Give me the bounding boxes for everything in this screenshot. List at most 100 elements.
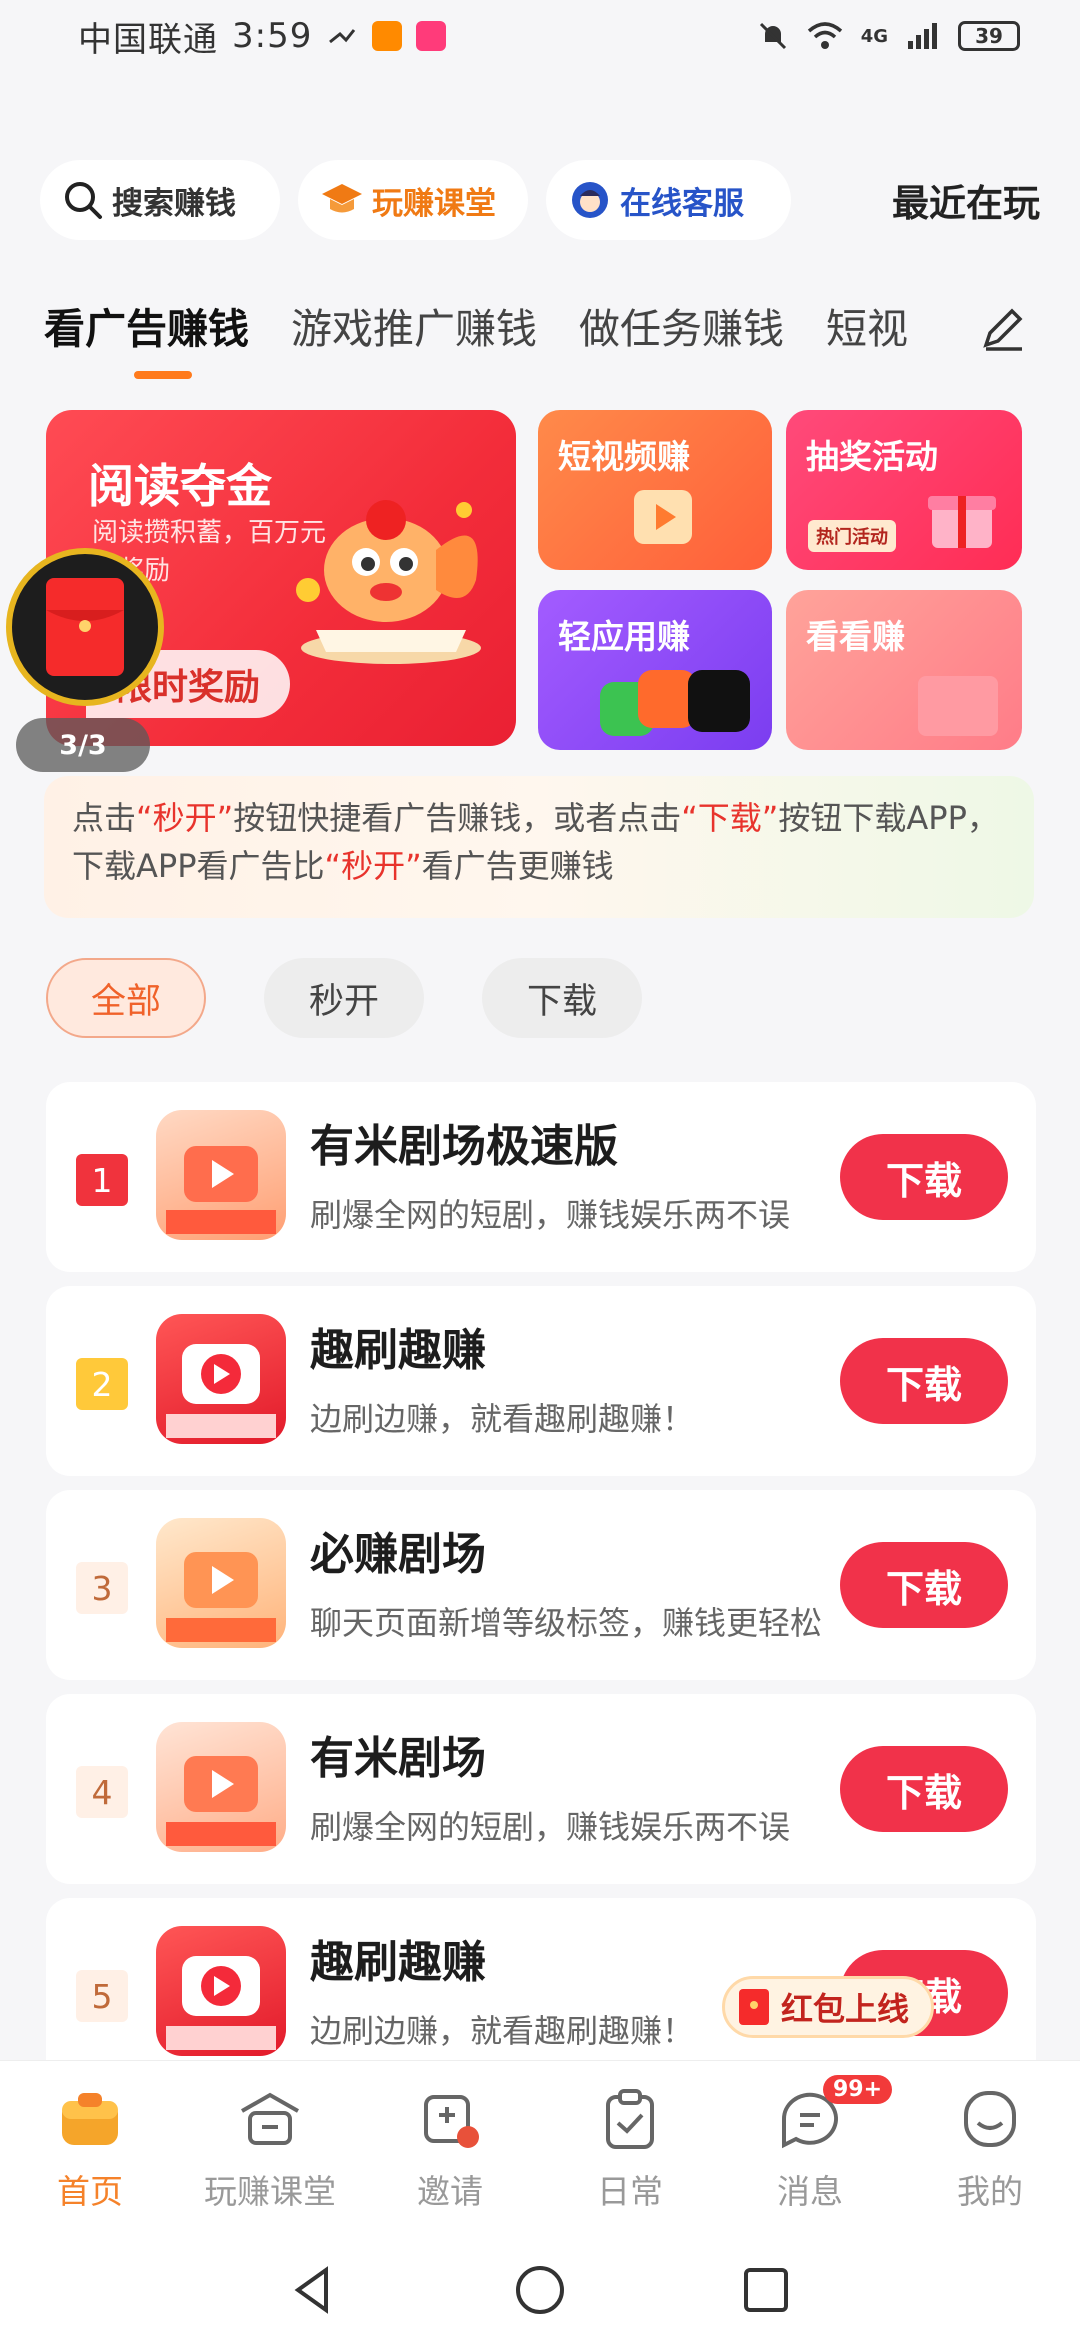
app-list: 1 有米剧场极速版 刷爆全网的短剧，赚钱娱乐两不误 下载 2 趣刷趣赚 边刷边赚…	[46, 1082, 1036, 2102]
wifi-icon	[807, 22, 842, 49]
download-button[interactable]: 下载	[840, 1542, 1008, 1628]
filter-chips: 全部 秒开 下载	[46, 958, 642, 1038]
tile-label: 抽奖活动	[806, 437, 938, 476]
service-label: 在线客服	[620, 185, 744, 222]
nav-label: 消息	[777, 2172, 843, 2211]
search-button[interactable]: 搜索赚钱	[40, 160, 280, 240]
home-circle-icon[interactable]	[512, 2262, 568, 2318]
network-type: 4G	[860, 25, 888, 47]
category-tabs: 看广告赚钱 游戏推广赚钱 做任务赚钱 短视	[44, 295, 1044, 385]
notice-text: 点击	[72, 799, 137, 837]
rank-badge: 1	[76, 1154, 128, 1206]
nav-label: 玩赚课堂	[204, 2172, 336, 2211]
tile-watch-earn[interactable]: 看看赚	[786, 590, 1022, 750]
filter-all[interactable]: 全部	[46, 958, 206, 1038]
app-name: 趣刷趣赚	[310, 1325, 486, 1376]
tv-play-icon	[166, 1956, 276, 2050]
filter-instant-open[interactable]: 秒开	[264, 958, 424, 1038]
list-item[interactable]: 3 必赚剧场 聊天页面新增等级标签，赚钱更轻松 下载	[46, 1490, 1036, 1680]
search-icon	[65, 182, 102, 219]
notice-text: 按钮快捷看广告赚钱，或者点击	[233, 799, 682, 837]
list-item[interactable]: 2 趣刷趣赚 边刷边赚，就看趣刷趣赚！ 下载	[46, 1286, 1036, 1476]
back-icon[interactable]	[286, 2262, 342, 2318]
signal-icon	[908, 23, 937, 49]
download-button[interactable]: 下载	[840, 1134, 1008, 1220]
tv-play-icon	[166, 1344, 276, 1438]
filter-download[interactable]: 下载	[482, 958, 642, 1038]
red-envelope-icon	[46, 578, 124, 676]
nav-invite[interactable]: 邀请	[375, 2083, 525, 2213]
nav-home[interactable]: 首页	[15, 2083, 165, 2213]
customer-service-button[interactable]: 在线客服	[546, 160, 791, 240]
banner-pager: 3/3	[16, 718, 150, 772]
download-button[interactable]: 下载	[840, 1746, 1008, 1832]
hot-activity-tag: 热门活动	[808, 520, 896, 552]
status-left: 中国联通 3:59	[78, 12, 447, 61]
tile-light-app-earn[interactable]: 轻应用赚	[538, 590, 772, 750]
app-name: 有米剧场	[310, 1733, 486, 1784]
shopping-app-icon	[416, 21, 447, 51]
app-description: 刷爆全网的短剧，赚钱娱乐两不误	[310, 1808, 791, 1846]
tab-watch-ads[interactable]: 看广告赚钱	[44, 295, 249, 379]
tile-label: 短视频赚	[558, 437, 690, 476]
tile-label: 看看赚	[806, 617, 905, 656]
status-right: 4G 39	[757, 20, 1020, 52]
recently-played-link[interactable]: 最近在玩	[892, 173, 1060, 227]
course-button[interactable]: 玩赚课堂	[298, 160, 528, 240]
app-description: 刷爆全网的短剧，赚钱娱乐两不误	[310, 1196, 791, 1234]
app-icon	[156, 1110, 286, 1240]
red-packet-online-button[interactable]: 红包上线	[722, 1976, 935, 2038]
nav-school[interactable]: 玩赚课堂	[195, 2083, 345, 2213]
app-name: 必赚剧场	[310, 1529, 486, 1580]
red-packet-online-label: 红包上线	[781, 1990, 910, 2028]
floating-red-packet[interactable]	[6, 548, 164, 706]
system-navigation-bar	[0, 2240, 1080, 2340]
course-label: 玩赚课堂	[372, 185, 496, 222]
app-name: 趣刷趣赚	[310, 1937, 486, 1988]
tab-game-promo[interactable]: 游戏推广赚钱	[291, 295, 537, 355]
download-button[interactable]: 下载	[840, 1338, 1008, 1424]
app-icon	[156, 1926, 286, 2056]
notice-text: 看广告更赚钱	[421, 847, 614, 885]
rank-badge: 3	[76, 1562, 128, 1614]
top-action-row: 搜索赚钱 玩赚课堂 在线客服 最近在玩	[40, 160, 1060, 240]
app-name: 有米剧场极速版	[310, 1121, 618, 1172]
banner-title: 阅读夺金	[88, 459, 272, 513]
home-icon	[62, 2093, 118, 2145]
nav-daily[interactable]: 日常	[555, 2083, 705, 2213]
clipboard-icon	[606, 2089, 654, 2149]
app-description: 聊天页面新增等级标签，赚钱更轻松	[310, 1604, 823, 1642]
profile-icon	[964, 2091, 1016, 2147]
list-item[interactable]: 4 有米剧场 刷爆全网的短剧，赚钱娱乐两不误 下载	[46, 1694, 1036, 1884]
notice-highlight: “下载”	[681, 799, 779, 837]
recents-icon[interactable]	[738, 2262, 794, 2318]
clock: 3:59	[232, 16, 313, 56]
taobao-app-icon	[372, 21, 403, 51]
play-box-icon	[634, 490, 692, 544]
nav-profile[interactable]: 我的	[915, 2083, 1065, 2213]
tile-short-video-earn[interactable]: 短视频赚	[538, 410, 772, 570]
tv-play-icon	[166, 1552, 276, 1642]
carrier-name: 中国联通	[78, 19, 218, 60]
unread-badge: 99+	[823, 2075, 893, 2104]
graduation-cap-icon	[322, 184, 362, 213]
notice-highlight: “秒开”	[324, 847, 422, 885]
edit-icon[interactable]	[978, 303, 1028, 353]
battery-indicator: 39	[958, 21, 1020, 51]
koi-fish-illustration	[296, 500, 481, 664]
nav-label: 首页	[57, 2172, 123, 2211]
rank-badge: 5	[76, 1970, 128, 2022]
nav-label: 日常	[597, 2172, 663, 2211]
tab-short-video[interactable]: 短视	[826, 295, 908, 355]
tab-tasks[interactable]: 做任务赚钱	[579, 295, 784, 355]
tile-lottery[interactable]: 抽奖活动 热门活动	[786, 410, 1022, 570]
search-label: 搜索赚钱	[112, 185, 236, 222]
app-description: 边刷边赚，就看趣刷趣赚！	[310, 1400, 695, 1438]
rank-badge: 2	[76, 1358, 128, 1410]
envelope-icon	[918, 676, 998, 736]
list-item[interactable]: 1 有米剧场极速版 刷爆全网的短剧，赚钱娱乐两不误 下载	[46, 1082, 1036, 1272]
nav-messages[interactable]: 99+ 消息	[735, 2075, 893, 2213]
app-icon	[156, 1314, 286, 1444]
notice-highlight: “秒开”	[136, 799, 234, 837]
nav-label: 我的	[957, 2172, 1023, 2211]
